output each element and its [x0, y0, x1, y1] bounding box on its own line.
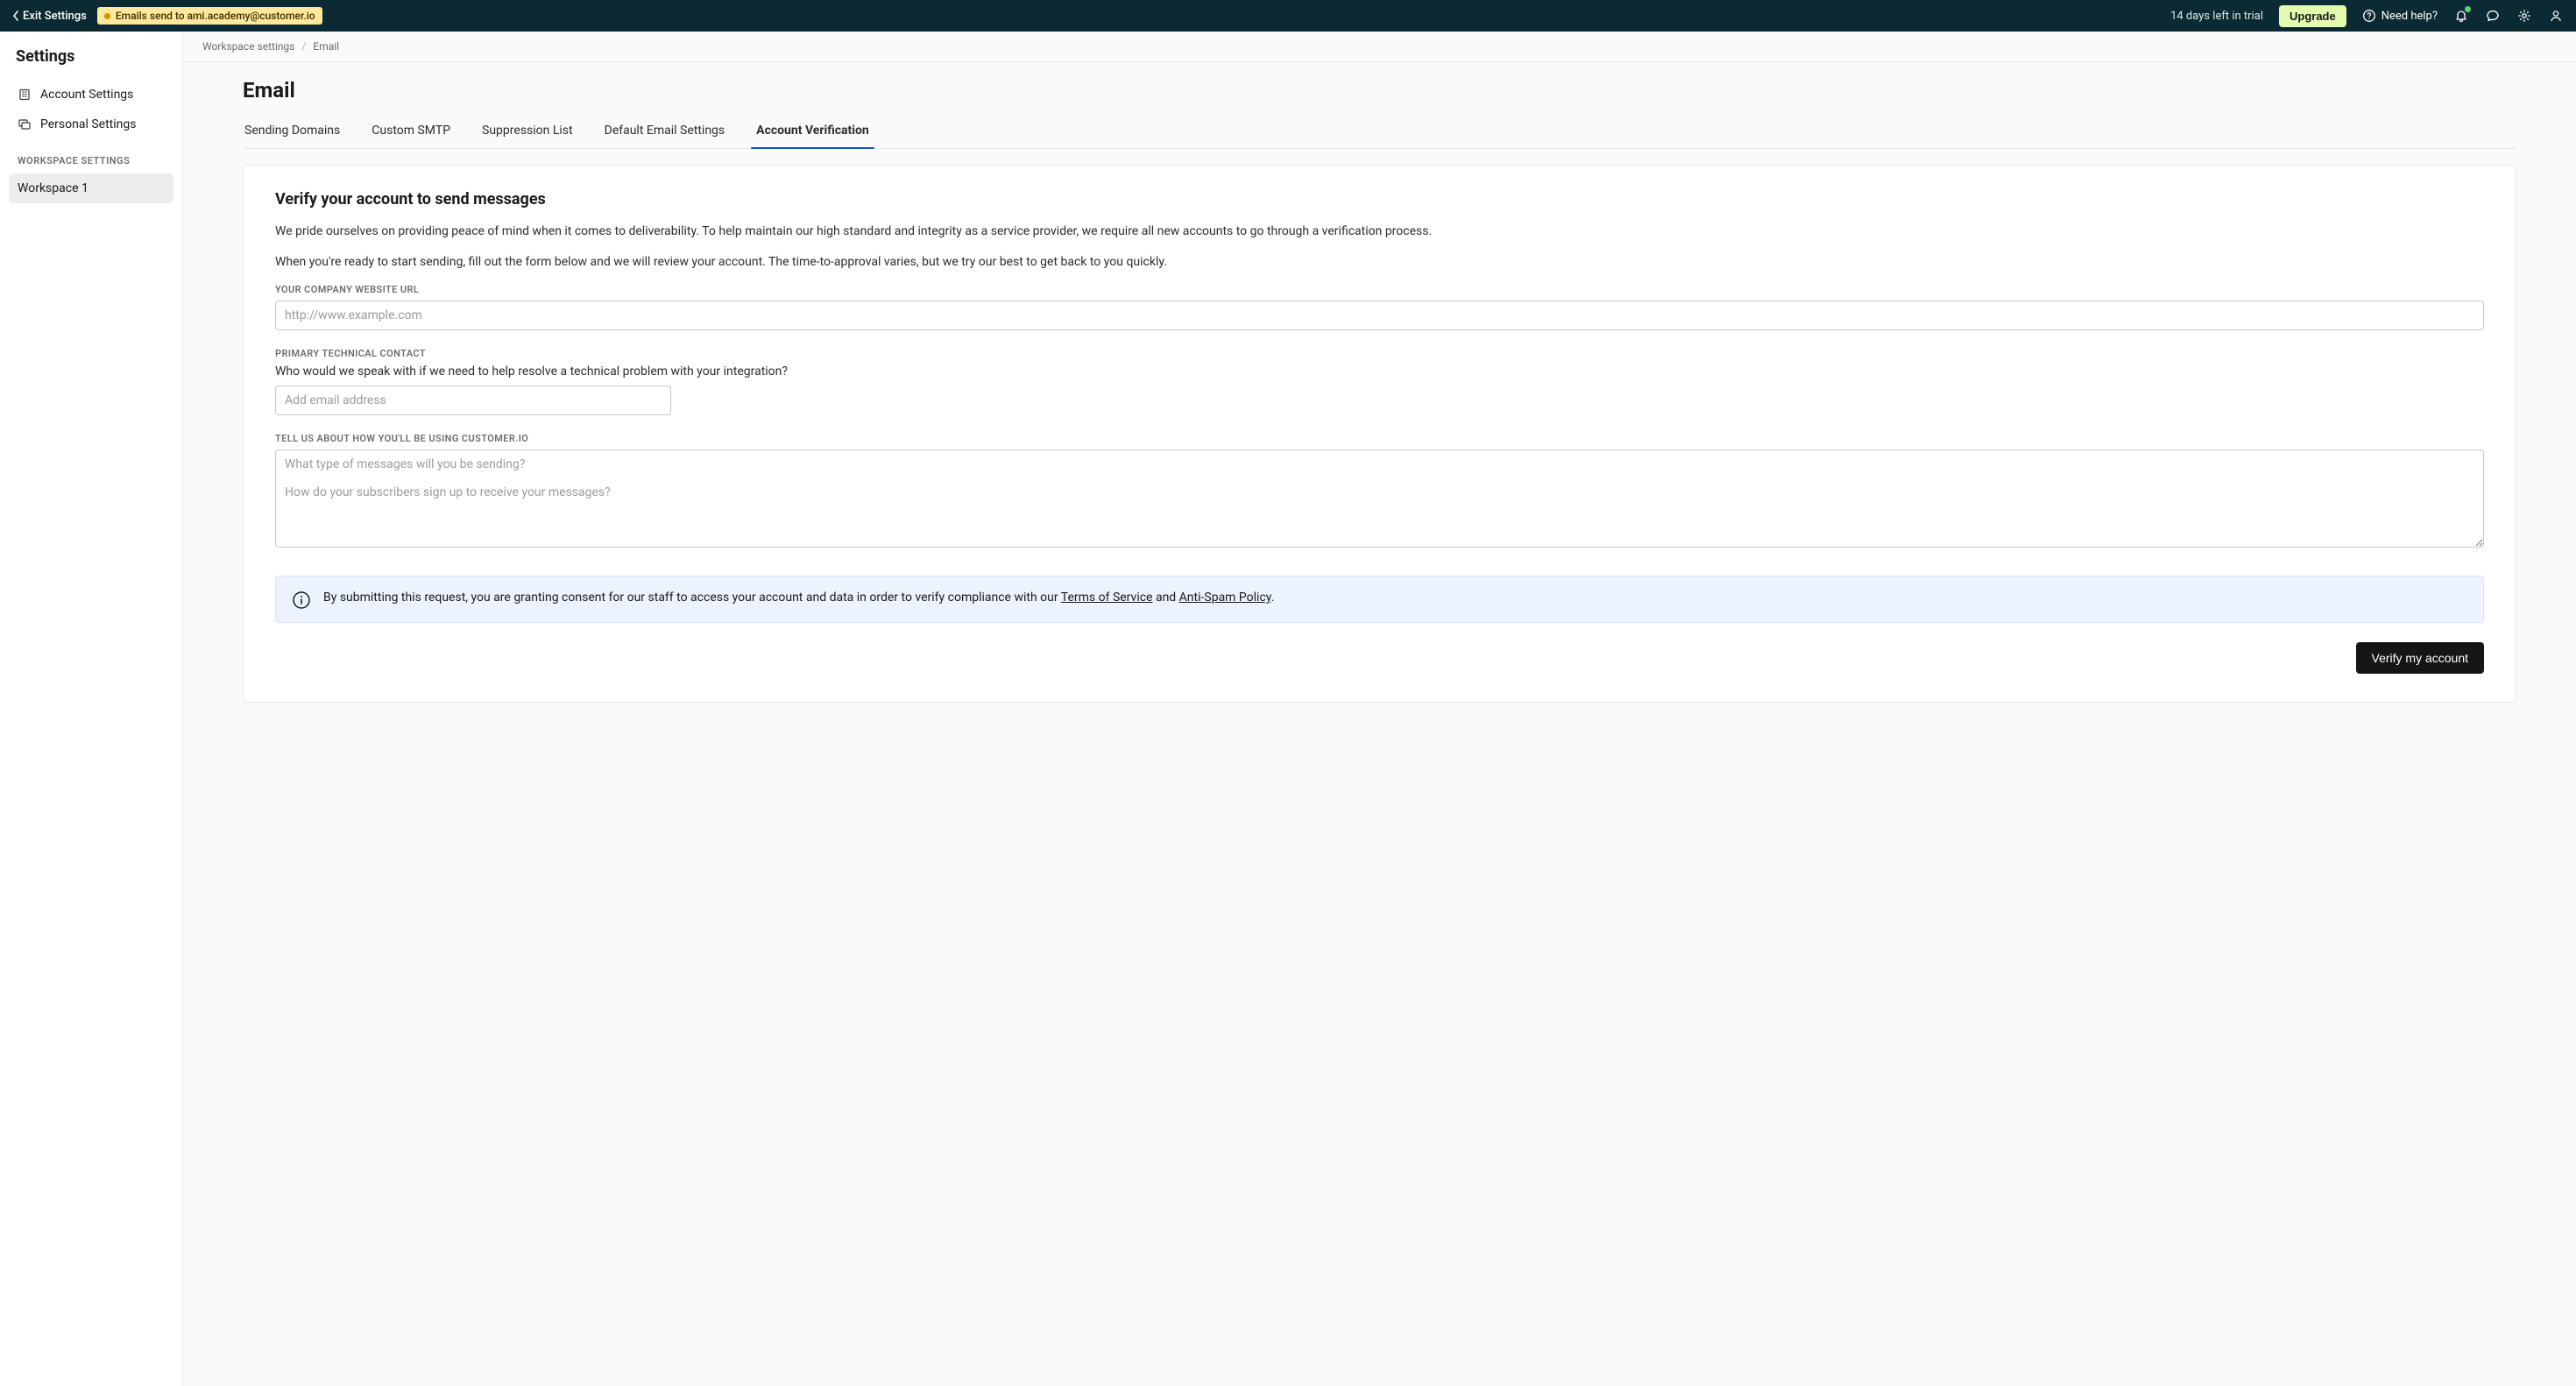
technical-contact-input[interactable] [275, 385, 671, 415]
badge-dot-icon [104, 13, 110, 19]
notification-badge-dot [2465, 6, 2471, 12]
sidebar-section-label: WORKSPACE SETTINGS [9, 139, 173, 173]
info-icon [292, 590, 311, 610]
trial-days-text: 14 days left in trial [2170, 10, 2263, 23]
usage-description-textarea[interactable] [275, 449, 2484, 548]
technical-contact-desc: Who would we speak with if we need to he… [275, 364, 2484, 378]
sidebar-item-label: Account Settings [40, 88, 133, 102]
badge-text: Emails send to ami.academy@customer.io [116, 10, 315, 22]
breadcrumb-current: Email [313, 40, 339, 53]
need-help-label: Need help? [2381, 10, 2438, 23]
page-title: Email [243, 78, 2516, 103]
sidebar-item-label: Workspace 1 [18, 181, 88, 195]
tab-sending-domains[interactable]: Sending Domains [243, 115, 342, 148]
upgrade-button[interactable]: Upgrade [2279, 5, 2346, 27]
help-circle-icon [2362, 9, 2376, 23]
sidebar-item-label: Personal Settings [40, 117, 136, 131]
breadcrumb: Workspace settings / Email [183, 32, 2576, 62]
chevron-left-icon [12, 11, 19, 21]
topbar: Exit Settings Emails send to ami.academy… [0, 0, 2576, 32]
id-card-icon [18, 117, 32, 131]
email-destination-badge: Emails send to ami.academy@customer.io [97, 7, 322, 25]
settings-sidebar: Settings Account Settings Personal Setti… [0, 32, 183, 1386]
exit-settings-link[interactable]: Exit Settings [12, 10, 87, 23]
company-url-label: YOUR COMPANY WEBSITE URL [275, 284, 2484, 295]
exit-settings-label: Exit Settings [23, 10, 87, 23]
sidebar-item-workspace-1[interactable]: Workspace 1 [9, 173, 173, 203]
tab-custom-smtp[interactable]: Custom SMTP [370, 115, 452, 148]
consent-text-2: and [1152, 590, 1178, 605]
tab-default-email-settings[interactable]: Default Email Settings [603, 115, 727, 148]
panel-intro-2: When you're ready to start sending, fill… [275, 253, 2484, 272]
chat-icon[interactable] [2485, 8, 2501, 24]
anti-spam-policy-link[interactable]: Anti-Spam Policy [1179, 590, 1271, 605]
panel-heading: Verify your account to send messages [275, 190, 2484, 209]
breadcrumb-separator: / [301, 40, 306, 53]
consent-info-box: By submitting this request, you are gran… [275, 576, 2484, 623]
need-help-link[interactable]: Need help? [2362, 9, 2438, 23]
breadcrumb-parent[interactable]: Workspace settings [202, 40, 294, 53]
sidebar-item-account-settings[interactable]: Account Settings [9, 80, 173, 110]
sidebar-title: Settings [9, 47, 173, 80]
tab-account-verification[interactable]: Account Verification [754, 115, 871, 148]
consent-text-3: . [1271, 590, 1275, 605]
usage-description-label: TELL US ABOUT HOW YOU'LL BE USING CUSTOM… [275, 433, 2484, 444]
main-content: Workspace settings / Email Email Sending… [183, 32, 2576, 1386]
notifications-icon[interactable] [2453, 8, 2469, 24]
verification-panel: Verify your account to send messages We … [243, 165, 2516, 703]
user-icon[interactable] [2548, 8, 2564, 24]
verify-account-button[interactable]: Verify my account [2356, 642, 2485, 674]
consent-text-1: By submitting this request, you are gran… [323, 590, 1061, 605]
terms-of-service-link[interactable]: Terms of Service [1061, 590, 1153, 605]
building-icon [18, 88, 32, 102]
sidebar-item-personal-settings[interactable]: Personal Settings [9, 110, 173, 139]
technical-contact-label: PRIMARY TECHNICAL CONTACT [275, 348, 2484, 359]
tab-suppression-list[interactable]: Suppression List [480, 115, 575, 148]
email-tabs: Sending Domains Custom SMTP Suppression … [243, 115, 2516, 149]
company-url-input[interactable] [275, 301, 2484, 330]
gear-icon[interactable] [2516, 8, 2532, 24]
panel-intro-1: We pride ourselves on providing peace of… [275, 223, 2484, 241]
